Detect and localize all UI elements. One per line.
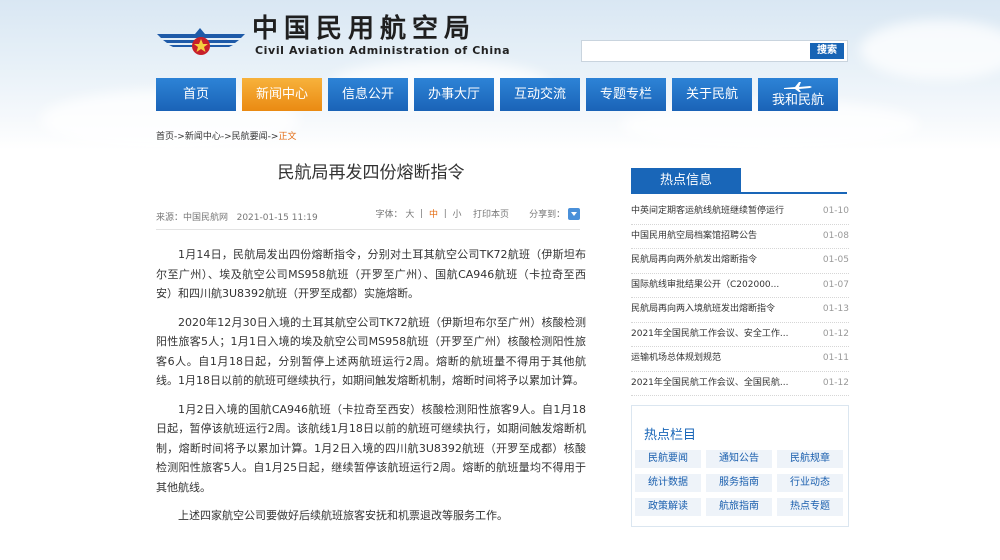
article-date: 2021-01-15 11:19 <box>236 213 318 223</box>
hot-info-list: 中英间定期客运航线航班继续暂停运行 01-10 中国民用航空局档案馆招聘公告 01-… <box>631 200 849 396</box>
column-link-aviation-news[interactable]: 民航要闻 <box>635 450 701 468</box>
hot-info-item[interactable]: 2021年全国民航工作会议、全国民航... 01-12 <box>631 372 849 396</box>
hot-info-title: 热点信息 <box>631 168 741 194</box>
breadcrumb: 首页->新闻中心->民航要闻->正文 <box>156 129 296 142</box>
nav-home[interactable]: 首页 <box>156 78 236 111</box>
logo-english-name: Civil Aviation Administration of China <box>255 44 511 57</box>
font-small-button[interactable]: 小 <box>453 207 462 220</box>
header-background <box>0 0 1000 150</box>
hot-info-item-date: 01-08 <box>822 230 849 241</box>
article-paragraph: 1月2日入境的国航CA946航班（卡拉奇至西安）核酸检测阳性旅客9人。自1月18… <box>156 402 586 494</box>
hot-info-item-title[interactable]: 中英间定期客运航线航班继续暂停运行 <box>631 200 784 223</box>
hot-columns-title: 热点栏目 <box>644 428 697 443</box>
hot-columns-panel: 热点栏目 民航要闻 通知公告 民航规章 统计数据 服务指南 行业动态 政策解读 … <box>631 405 849 527</box>
nav-interaction[interactable]: 互动交流 <box>500 78 580 111</box>
logo-chinese-name: 中国民用航空局 <box>252 14 477 44</box>
nav-service-hall[interactable]: 办事大厅 <box>414 78 494 111</box>
search-button[interactable]: 搜索 <box>810 43 844 59</box>
hot-info-item[interactable]: 中英间定期客运航线航班继续暂停运行 01-10 <box>631 200 849 225</box>
hot-info-item-title[interactable]: 2021年全国民航工作会议、安全工作... <box>631 323 789 346</box>
breadcrumb-separator: -> <box>267 132 279 142</box>
hot-info-item-date: 01-12 <box>822 328 849 339</box>
share-icon[interactable] <box>568 207 580 220</box>
article-paragraph: 上述四家航空公司要做好后续航班旅客安抚和机票退改等服务工作。 <box>178 509 508 522</box>
hot-info-item-title[interactable]: 民航局再向两外航发出熔断指令 <box>631 249 757 272</box>
hot-info-item-date: 01-10 <box>822 206 849 216</box>
hot-info-item[interactable]: 国际航线审批结果公开（C202000... 01-07 <box>631 274 849 298</box>
hot-info-item-date: 01-05 <box>822 255 849 265</box>
breadcrumb-news-center[interactable]: 新闻中心 <box>185 132 221 142</box>
breadcrumb-separator: -> <box>174 132 185 142</box>
hot-info-item[interactable]: 中国民用航空局档案馆招聘公告 01-08 <box>631 225 849 249</box>
article-source: 来源：中国民航网 <box>156 213 229 223</box>
column-link-industry-news[interactable]: 行业动态 <box>777 474 843 492</box>
nav-about[interactable]: 关于民航 <box>672 78 752 111</box>
hot-info-item[interactable]: 运输机场总体规划规范 01-11 <box>631 347 849 372</box>
column-link-notices[interactable]: 通知公告 <box>706 450 772 468</box>
meta-divider-line <box>156 229 580 230</box>
article-body: 1月14日，民航局发出四份熔断指令，分别对土耳其航空公司TK72航班（伊斯坦布尔… <box>156 245 586 535</box>
nav-info-disclosure[interactable]: 信息公开 <box>328 78 408 111</box>
column-link-travel-guide[interactable]: 航旅指南 <box>706 498 772 516</box>
hot-info-item-title[interactable]: 2021年全国民航工作会议、全国民航... <box>631 372 789 395</box>
hot-info-item-title[interactable]: 国际航线审批结果公开（C202000... <box>631 274 779 297</box>
nav-special-topics[interactable]: 专题专栏 <box>586 78 666 111</box>
hot-info-item-date: 01-12 <box>822 377 849 388</box>
search-input[interactable] <box>582 41 802 61</box>
print-button[interactable]: 打印本页 <box>473 207 509 220</box>
article-paragraph: 2020年12月30日入境的土耳其航空公司TK72航班（伊斯坦布尔至广州）核酸检… <box>156 315 586 388</box>
hot-info-item[interactable]: 民航局再向两外航发出熔断指令 01-05 <box>631 249 849 274</box>
hot-info-item-date: 01-13 <box>822 304 849 314</box>
hot-info-item-date: 01-07 <box>822 279 849 290</box>
hot-info-item-title[interactable]: 中国民用航空局档案馆招聘公告 <box>631 225 757 248</box>
hot-info-item-date: 01-11 <box>822 353 849 363</box>
article-paragraph: 1月14日，民航局发出四份熔断指令，分别对土耳其航空公司TK72航班（伊斯坦布尔… <box>156 248 586 300</box>
hot-info-header: 热点信息 <box>631 168 847 194</box>
breadcrumb-home[interactable]: 首页 <box>156 132 174 142</box>
column-link-hot-topics[interactable]: 热点专题 <box>777 498 843 516</box>
nav-me-and-aviation[interactable]: 我和民航 <box>758 78 838 111</box>
share-label: 分享到： <box>529 210 566 220</box>
breadcrumb-aviation-news[interactable]: 民航要闻 <box>232 132 268 142</box>
hot-info-item[interactable]: 民航局再向两入境航班发出熔断指令 01-13 <box>631 298 849 323</box>
column-link-policy-interpretation[interactable]: 政策解读 <box>635 498 701 516</box>
breadcrumb-separator: -> <box>220 132 232 142</box>
nav-news-center[interactable]: 新闻中心 <box>242 78 322 111</box>
column-link-statistics[interactable]: 统计数据 <box>635 474 701 492</box>
column-link-regulations[interactable]: 民航规章 <box>777 450 843 468</box>
font-large-button[interactable]: 大 <box>405 207 414 220</box>
search-box: 搜索 <box>581 40 848 62</box>
hot-info-item-title[interactable]: 民航局再向两入境航班发出熔断指令 <box>631 298 775 321</box>
font-medium-button[interactable]: 中 <box>429 207 438 220</box>
hot-info-item[interactable]: 2021年全国民航工作会议、安全工作... 01-12 <box>631 323 849 347</box>
column-link-service-guide[interactable]: 服务指南 <box>706 474 772 492</box>
nav-me-and-aviation-label: 我和民航 <box>771 93 824 108</box>
main-nav: 首页 新闻中心 信息公开 办事大厅 互动交流 专题专栏 关于民航 我和民航 <box>156 78 840 111</box>
article-meta: 来源：中国民航网 2021-01-15 11:19 字体： 大 | 中 | 小 … <box>156 205 580 225</box>
caac-emblem-icon <box>157 28 245 55</box>
article-title: 民航局再发四份熔断指令 <box>277 163 465 183</box>
site-logo[interactable]: 中国民用航空局 Civil Aviation Administration of… <box>155 14 510 60</box>
font-size-label: 字体： <box>375 210 403 220</box>
hot-info-item-title[interactable]: 运输机场总体规划规范 <box>631 347 721 370</box>
breadcrumb-current: 正文 <box>278 132 297 142</box>
